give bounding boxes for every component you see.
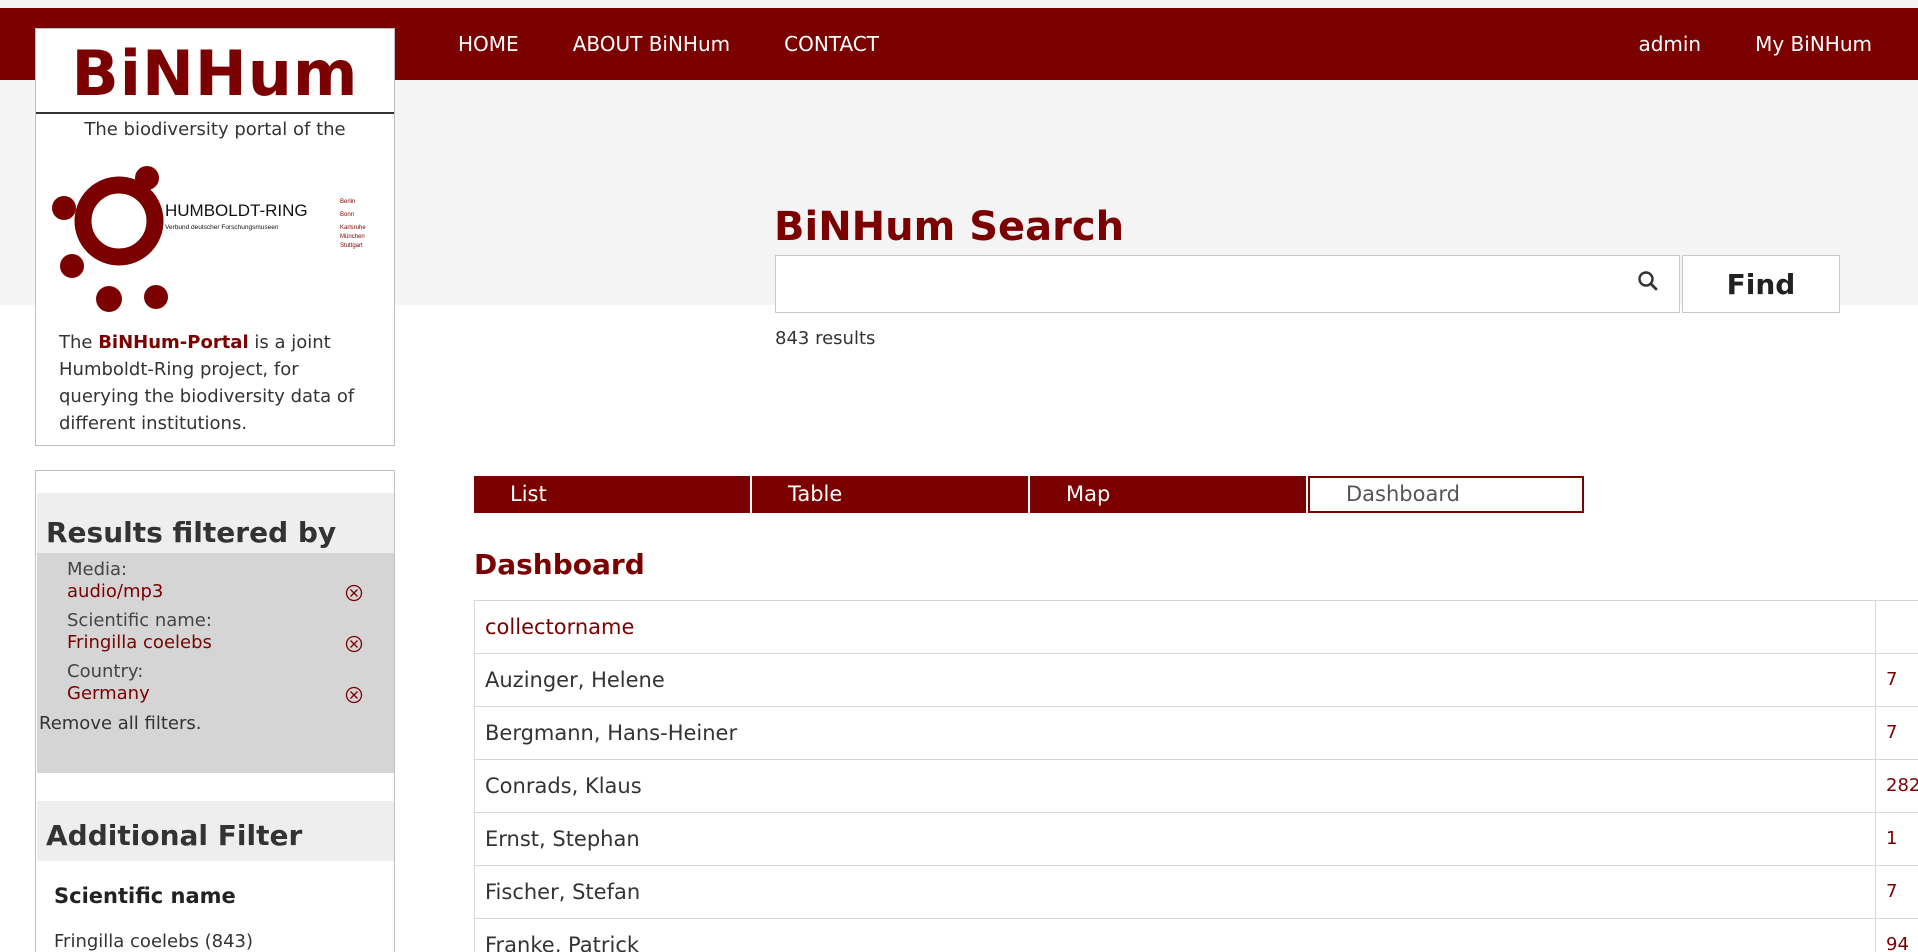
filter-label: Country: <box>67 661 144 682</box>
ring-city: Bonn <box>340 212 354 218</box>
collector-name: Bergmann, Hans-Heiner <box>474 707 1876 759</box>
additional-filter-title: Additional Filter <box>46 819 303 852</box>
ring-name: HUMBOLDT-RING <box>165 201 308 220</box>
filter-label: Media: <box>67 559 128 580</box>
main-nav: HOME ABOUT BiNHum CONTACT <box>458 8 933 80</box>
nav-my-binhum-link[interactable]: My BiNHum <box>1755 32 1872 56</box>
logo-panel: BiNHum The biodiversity portal of the HU… <box>35 28 395 446</box>
results-count: 843 results <box>775 328 876 349</box>
table-row: Ernst, Stephan 1 <box>474 812 1918 865</box>
ring-city: Stuttgart <box>340 243 363 249</box>
active-filters-list: Media: audio/mp3 Scientific name: Fringi… <box>37 553 394 773</box>
collector-table: collectorname Auzinger, Helene 7 Bergman… <box>474 600 1918 952</box>
ring-city: Berlin <box>340 199 355 205</box>
find-button[interactable]: Find <box>1682 255 1840 313</box>
brand-logo[interactable]: BiNHum <box>36 37 394 110</box>
collector-count-link[interactable]: 1 <box>1876 813 1918 865</box>
collector-count-link[interactable]: 282 <box>1876 760 1918 812</box>
collector-count-link[interactable]: 7 <box>1876 654 1918 706</box>
nav-admin-link[interactable]: admin <box>1638 32 1701 56</box>
table-row: Auzinger, Helene 7 <box>474 653 1918 706</box>
ring-city: München <box>340 234 365 240</box>
user-nav: admin My BiNHum <box>1584 8 1872 80</box>
collector-name: Ernst, Stephan <box>474 813 1876 865</box>
tab-map[interactable]: Map <box>1030 476 1306 513</box>
portal-description: The BiNHum-Portal is a joint Humboldt-Ri… <box>59 329 379 437</box>
filter-value-link[interactable]: audio/mp3 <box>67 581 163 602</box>
tab-table[interactable]: Table <box>752 476 1028 513</box>
filter-value-link[interactable]: Fringilla coelebs <box>67 632 212 653</box>
table-row: Fischer, Stefan 7 <box>474 865 1918 918</box>
ring-subtitle: Verbund deutscher Forschungsmuseen <box>165 224 279 231</box>
logo-tagline: The biodiversity portal of the <box>84 119 346 140</box>
table-row: Conrads, Klaus 282 <box>474 759 1918 812</box>
portal-name-bold: BiNHum-Portal <box>98 332 249 353</box>
table-header-row: collectorname <box>474 600 1918 653</box>
scientific-name-facet-item[interactable]: Fringilla coelebs (843) <box>54 931 253 952</box>
filter-sidebar: Results filtered by Media: audio/mp3 Sci… <box>35 470 395 952</box>
collector-count-link[interactable]: 7 <box>1876 866 1918 918</box>
logo-divider <box>36 112 394 114</box>
search-input[interactable] <box>775 255 1680 313</box>
scientific-name-section-title: Scientific name <box>54 884 236 908</box>
collector-count-link[interactable]: 94 <box>1876 919 1918 952</box>
collector-name: Auzinger, Helene <box>474 654 1876 706</box>
remove-filter-icon[interactable] <box>345 635 363 653</box>
remove-filter-icon[interactable] <box>345 584 363 602</box>
filter-label: Scientific name: <box>67 610 212 631</box>
search-title: BiNHum Search <box>774 204 1125 250</box>
count-header-cell <box>1876 601 1918 653</box>
ring-city: Karlsruhe <box>340 225 366 231</box>
tab-dashboard[interactable]: Dashboard <box>1308 476 1584 513</box>
collector-count-link[interactable]: 7 <box>1876 707 1918 759</box>
dashboard-title: Dashboard <box>474 548 645 581</box>
collector-name: Franke, Patrick <box>474 919 1876 952</box>
humboldt-ring-logo: HUMBOLDT-RING Verbund deutscher Forschun… <box>52 166 366 312</box>
results-filtered-title: Results filtered by <box>46 516 337 549</box>
nav-about-link[interactable]: ABOUT BiNHum <box>573 32 730 56</box>
search-icon[interactable] <box>1636 269 1660 293</box>
table-row: Franke, Patrick 94 <box>474 918 1918 952</box>
tab-list[interactable]: List <box>474 476 750 513</box>
description-prefix: The <box>59 332 99 353</box>
nav-home-link[interactable]: HOME <box>458 32 519 56</box>
remove-filter-icon[interactable] <box>345 686 363 704</box>
table-row: Bergmann, Hans-Heiner 7 <box>474 706 1918 759</box>
remove-all-filters-link[interactable]: Remove all filters. <box>39 713 202 734</box>
filter-value-link[interactable]: Germany <box>67 683 150 704</box>
nav-contact-link[interactable]: CONTACT <box>784 32 879 56</box>
collector-name: Conrads, Klaus <box>474 760 1876 812</box>
column-header-collectorname: collectorname <box>474 601 1876 653</box>
collector-name: Fischer, Stefan <box>474 866 1876 918</box>
